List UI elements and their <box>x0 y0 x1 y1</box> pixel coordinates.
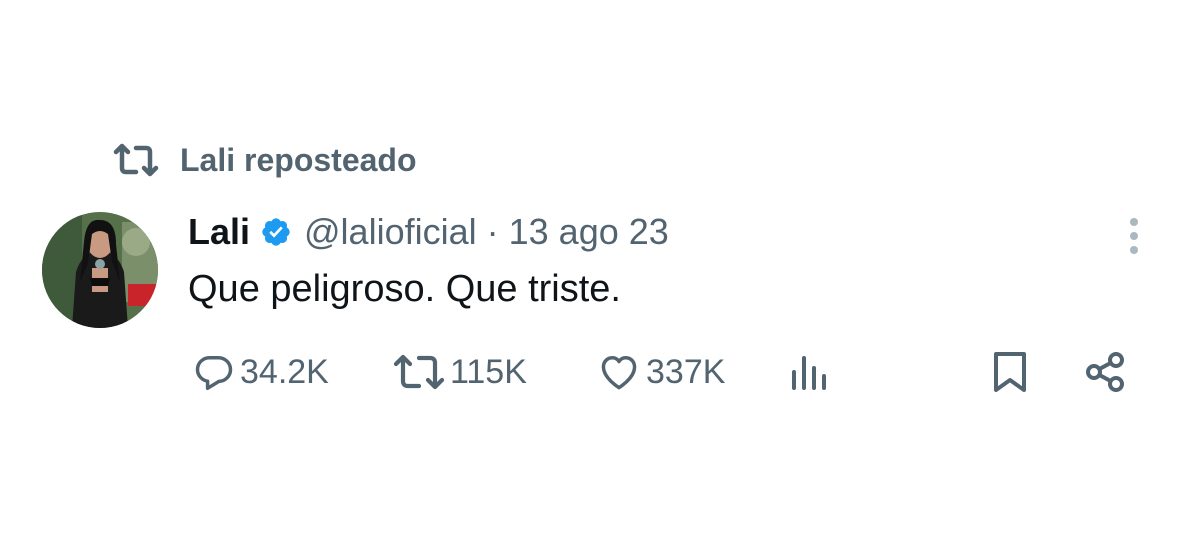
like-count: 337K <box>646 352 726 391</box>
repost-icon <box>112 140 160 180</box>
repost-button[interactable]: 115K <box>392 350 527 394</box>
tweet-text: Que peligroso. Que triste. <box>188 268 621 310</box>
bookmark-button[interactable] <box>990 350 1030 394</box>
share-icon <box>1084 350 1128 394</box>
more-vertical-icon[interactable] <box>1122 214 1146 258</box>
repost-icon <box>392 350 446 394</box>
heart-icon <box>596 350 642 394</box>
verified-badge-icon <box>260 216 292 248</box>
author-name[interactable]: Lali <box>188 211 250 253</box>
share-button[interactable] <box>1084 350 1128 394</box>
repost-count: 115K <box>450 352 527 391</box>
views-chart-icon <box>788 350 828 394</box>
reply-icon <box>192 350 236 394</box>
repost-label: Lali reposteado <box>180 141 417 178</box>
reply-button[interactable]: 34.2K <box>192 350 329 394</box>
avatar[interactable] <box>42 212 158 328</box>
bookmark-icon <box>990 350 1030 394</box>
tweet-header: Lali @lalioficial · 13 ago 23 <box>188 208 669 256</box>
tweet-date[interactable]: 13 ago 23 <box>509 211 669 253</box>
views-button[interactable] <box>788 350 828 394</box>
reply-count: 34.2K <box>240 352 329 391</box>
separator-dot: · <box>486 211 499 252</box>
author-handle[interactable]: @lalioficial <box>304 211 477 253</box>
like-button[interactable]: 337K <box>596 350 725 394</box>
action-bar: 34.2K 115K 337K <box>0 350 1200 400</box>
repost-indicator[interactable]: Lali reposteado <box>112 140 417 180</box>
